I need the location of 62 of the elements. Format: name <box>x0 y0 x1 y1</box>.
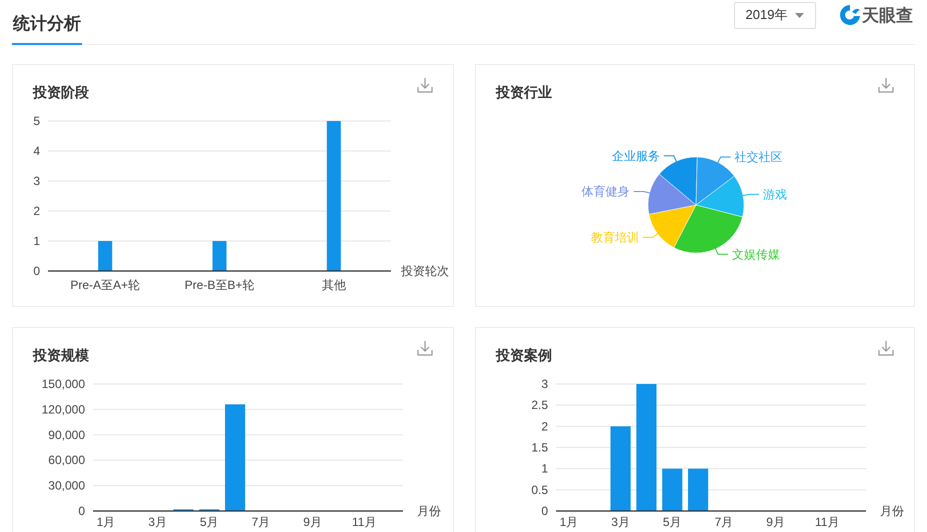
chart-title: 投资规模 <box>33 347 89 365</box>
leader-line <box>716 156 732 165</box>
x-axis-label: 3月 <box>611 515 630 529</box>
leader-line <box>740 194 760 196</box>
y-axis-label: 120,000 <box>42 402 85 416</box>
y-axis-label: 1.5 <box>531 440 548 454</box>
y-axis-label: 5 <box>33 114 40 128</box>
leader-line <box>633 191 652 194</box>
y-axis-label: 3 <box>33 174 40 188</box>
leader-line <box>642 232 660 238</box>
y-axis-label: 0 <box>78 504 85 518</box>
y-axis-label: 2 <box>33 204 40 218</box>
x-axis-label: 7月 <box>714 515 734 529</box>
y-axis-label: 0 <box>33 264 40 278</box>
y-axis-label: 0.5 <box>531 482 548 497</box>
leader-line <box>714 246 729 255</box>
x-axis-label: 9月 <box>303 515 322 529</box>
x-axis-label: Pre-B至B+轮 <box>184 278 254 292</box>
y-axis-label: 4 <box>33 144 40 158</box>
axis-title: 月份 <box>417 504 441 518</box>
x-axis-label: 9月 <box>766 515 785 529</box>
y-axis-label: 150,000 <box>42 377 85 391</box>
logo-icon <box>839 4 861 26</box>
y-axis-label: 2.5 <box>531 398 548 412</box>
chart-title: 投资行业 <box>496 84 552 102</box>
slice-label: 企业服务 <box>612 148 660 163</box>
caret-icon <box>795 12 804 18</box>
slice-label: 文娱传媒 <box>732 247 780 262</box>
slice-label: 教育培训 <box>590 230 639 244</box>
leader-line <box>663 155 678 164</box>
x-axis-label: 5月 <box>200 515 219 529</box>
x-axis-label: 1月 <box>96 515 116 529</box>
x-axis-label: 11月 <box>815 515 840 529</box>
y-axis-label: 90,000 <box>48 428 85 442</box>
download-icon[interactable] <box>417 340 433 356</box>
chart-title: 投资案例 <box>496 347 552 365</box>
x-axis-label: 1月 <box>560 515 578 529</box>
y-axis-label: 1 <box>33 234 40 248</box>
year-dropdown[interactable]: 2019年 <box>734 2 816 28</box>
download-icon[interactable] <box>878 77 894 93</box>
x-axis-label: 11月 <box>352 515 376 529</box>
slice-label: 体育健身 <box>582 184 630 199</box>
logo-text: 天眼查 <box>862 4 913 26</box>
slice-label: 游戏 <box>762 187 787 202</box>
x-axis-label: 5月 <box>662 515 682 529</box>
y-axis-label: 2 <box>541 419 548 434</box>
download-icon[interactable] <box>417 77 433 93</box>
x-axis-label: 7月 <box>252 515 270 529</box>
y-axis-label: 3 <box>541 377 548 391</box>
section-tab[interactable]: 统计分析 <box>12 0 82 44</box>
axis-title: 投资轮次 <box>401 264 449 278</box>
y-axis-label: 30,000 <box>48 478 85 493</box>
y-axis-label: 0 <box>541 504 548 518</box>
axis-title: 月份 <box>880 504 904 518</box>
y-axis-label: 1 <box>541 462 548 476</box>
chart-title: 投资阶段 <box>33 84 89 102</box>
x-axis-label: 其他 <box>322 278 346 292</box>
y-axis-label: 60,000 <box>48 453 85 468</box>
x-axis-label: 3月 <box>148 515 167 529</box>
slice-label: 社交社区 <box>734 150 783 164</box>
download-icon[interactable] <box>878 340 894 356</box>
x-axis-label: Pre-A至A+轮 <box>70 278 140 292</box>
